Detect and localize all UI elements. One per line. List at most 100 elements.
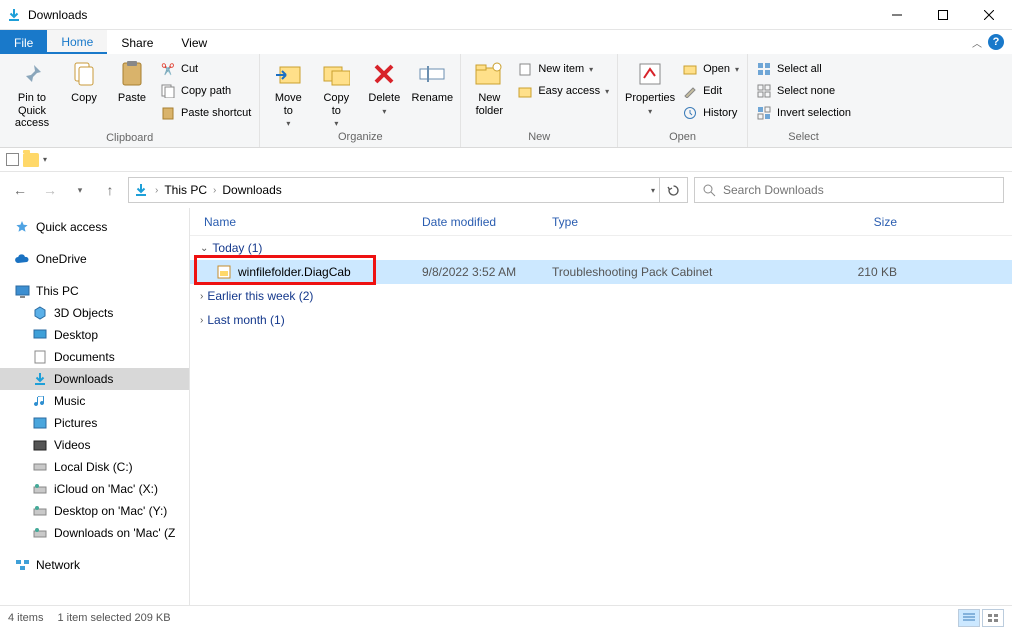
ribbon-tabs: File Home Share View ︿ ? xyxy=(0,30,1012,54)
minimize-button[interactable] xyxy=(874,0,920,30)
nav-music[interactable]: Music xyxy=(0,390,189,412)
recent-dropdown[interactable]: ▾ xyxy=(68,178,92,202)
file-date: 9/8/2022 3:52 AM xyxy=(422,265,552,279)
column-headers: Name Date modified Type Size xyxy=(190,208,1012,236)
refresh-button[interactable] xyxy=(660,177,688,203)
nav-downloads[interactable]: Downloads xyxy=(0,368,189,390)
file-row[interactable]: winfilefolder.DiagCab 9/8/2022 3:52 AM T… xyxy=(190,260,1012,284)
status-bar: 4 items 1 item selected 209 KB xyxy=(0,605,1012,629)
file-type: Troubleshooting Pack Cabinet xyxy=(552,265,827,279)
nav-this-pc[interactable]: This PC xyxy=(0,280,189,302)
new-item-button[interactable]: New item ▾ xyxy=(513,58,613,80)
address-bar[interactable]: › This PC › Downloads ▾ xyxy=(128,177,660,203)
select-all-icon xyxy=(756,61,772,77)
close-button[interactable] xyxy=(966,0,1012,30)
nav-documents[interactable]: Documents xyxy=(0,346,189,368)
icons-view-button[interactable] xyxy=(982,609,1004,627)
search-box[interactable] xyxy=(694,177,1004,203)
tab-home[interactable]: Home xyxy=(47,30,107,54)
paste-shortcut-button[interactable]: Paste shortcut xyxy=(156,102,255,124)
move-to-icon xyxy=(272,58,304,90)
tab-file[interactable]: File xyxy=(0,30,47,54)
new-folder-button[interactable]: New folder xyxy=(465,56,513,119)
col-date[interactable]: Date modified xyxy=(422,215,552,229)
rename-icon xyxy=(416,58,448,90)
select-none-icon xyxy=(756,83,772,99)
pictures-icon xyxy=(32,415,48,431)
up-button[interactable]: ↑ xyxy=(98,178,122,202)
cut-button[interactable]: ✂️Cut xyxy=(156,58,255,80)
nav-3d-objects[interactable]: 3D Objects xyxy=(0,302,189,324)
rename-button[interactable]: Rename xyxy=(408,56,456,107)
col-type[interactable]: Type xyxy=(552,215,827,229)
desktop-icon xyxy=(32,327,48,343)
paste-shortcut-icon xyxy=(160,105,176,121)
status-item-count: 4 items xyxy=(8,612,43,624)
col-size[interactable]: Size xyxy=(827,215,897,229)
star-icon xyxy=(14,219,30,235)
address-dropdown[interactable]: ▾ xyxy=(651,186,655,195)
copy-path-button[interactable]: Copy path xyxy=(156,80,255,102)
pin-icon xyxy=(16,58,48,90)
chevron-right-icon: › xyxy=(200,315,203,326)
nav-quick-access[interactable]: Quick access xyxy=(0,216,189,238)
window-title: Downloads xyxy=(28,8,87,22)
copy-to-icon xyxy=(320,58,352,90)
group-earlier-week[interactable]: ›Earlier this week (2) xyxy=(190,284,1012,308)
folder-quick-icon[interactable] xyxy=(23,153,39,167)
ribbon-collapse-icon[interactable]: ︿ xyxy=(972,35,982,50)
help-icon[interactable]: ? xyxy=(988,34,1004,50)
nav-desktop-mac[interactable]: Desktop on 'Mac' (Y:) xyxy=(0,500,189,522)
copy-button[interactable]: Copy xyxy=(60,56,108,107)
chevron-right-icon: › xyxy=(200,291,203,302)
delete-button[interactable]: Delete▾ xyxy=(360,56,408,118)
forward-button[interactable]: → xyxy=(38,178,62,202)
nav-icloud-mac[interactable]: iCloud on 'Mac' (X:) xyxy=(0,478,189,500)
move-to-button[interactable]: Move to▾ xyxy=(264,56,312,130)
quick-access-bar: ▾ xyxy=(0,148,1012,172)
group-last-month[interactable]: ›Last month (1) xyxy=(190,308,1012,332)
easy-access-icon xyxy=(517,83,533,99)
history-button[interactable]: History xyxy=(678,102,743,124)
quickbar-dropdown[interactable]: ▾ xyxy=(43,155,47,164)
search-input[interactable] xyxy=(723,183,997,197)
group-label-organize: Organize xyxy=(264,131,456,147)
back-button[interactable]: ← xyxy=(8,178,32,202)
checkbox-toggle[interactable] xyxy=(6,153,19,166)
easy-access-button[interactable]: Easy access ▾ xyxy=(513,80,613,102)
open-button[interactable]: Open ▾ xyxy=(678,58,743,80)
music-icon xyxy=(32,393,48,409)
ribbon-group-open: Properties▾ Open ▾ Edit History Open xyxy=(618,54,748,147)
pin-quick-access-button[interactable]: Pin to Quick access xyxy=(4,56,60,132)
paste-button[interactable]: Paste xyxy=(108,56,156,107)
edit-button[interactable]: Edit xyxy=(678,80,743,102)
nav-downloads-mac[interactable]: Downloads on 'Mac' (Z xyxy=(0,522,189,544)
nav-desktop[interactable]: Desktop xyxy=(0,324,189,346)
group-label-clipboard: Clipboard xyxy=(4,132,255,147)
details-view-button[interactable] xyxy=(958,609,980,627)
breadcrumb-downloads[interactable]: Downloads xyxy=(222,183,281,197)
select-all-button[interactable]: Select all xyxy=(752,58,855,80)
nav-onedrive[interactable]: OneDrive xyxy=(0,248,189,270)
group-today[interactable]: ⌄Today (1) xyxy=(190,236,1012,260)
invert-selection-button[interactable]: Invert selection xyxy=(752,102,855,124)
properties-icon xyxy=(634,58,666,90)
network-drive-icon xyxy=(32,481,48,497)
cube-icon xyxy=(32,305,48,321)
maximize-button[interactable] xyxy=(920,0,966,30)
nav-videos[interactable]: Videos xyxy=(0,434,189,456)
tab-view[interactable]: View xyxy=(167,30,221,54)
documents-icon xyxy=(32,349,48,365)
nav-pictures[interactable]: Pictures xyxy=(0,412,189,434)
breadcrumb-this-pc[interactable]: This PC xyxy=(164,183,207,197)
network-icon xyxy=(14,557,30,573)
col-name[interactable]: Name xyxy=(190,215,422,229)
properties-button[interactable]: Properties▾ xyxy=(622,56,678,118)
group-label-new: New xyxy=(465,131,613,147)
tab-share[interactable]: Share xyxy=(107,30,167,54)
status-selected: 1 item selected 209 KB xyxy=(57,612,170,624)
select-none-button[interactable]: Select none xyxy=(752,80,855,102)
nav-network[interactable]: Network xyxy=(0,554,189,576)
copy-to-button[interactable]: Copy to▾ xyxy=(312,56,360,130)
nav-local-disk[interactable]: Local Disk (C:) xyxy=(0,456,189,478)
